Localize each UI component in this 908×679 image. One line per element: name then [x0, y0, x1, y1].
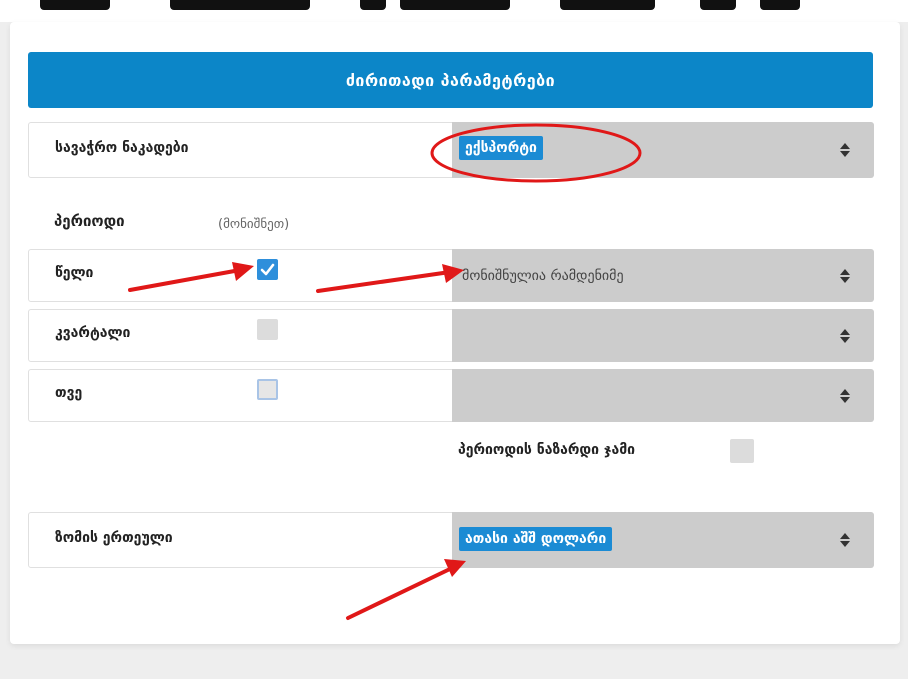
updown-arrows-icon: [840, 388, 850, 403]
cumulative-checkbox[interactable]: [730, 439, 754, 463]
quarter-checkbox[interactable]: [257, 319, 278, 340]
year-select-text: მონიშნულია რამდენიმე: [462, 267, 624, 284]
trade-flows-label: სავაჭრო ნაკადები: [55, 140, 189, 156]
period-title: პერიოდი: [54, 212, 125, 230]
quarter-select[interactable]: [452, 309, 874, 362]
trade-flows-select[interactable]: ექსპორტი: [452, 122, 874, 178]
updown-arrows-icon: [840, 328, 850, 343]
unit-label: ზომის ერთეული: [55, 530, 173, 546]
year-checkbox[interactable]: [257, 259, 278, 280]
year-row: წელი მონიშნულია რამდენიმე: [28, 249, 874, 302]
trade-flows-selected-chip: ექსპორტი: [459, 136, 543, 160]
unit-select[interactable]: ათასი აშშ დოლარი: [452, 512, 874, 568]
cumulative-label: პერიოდის ნაზარდი ჯამი: [458, 442, 636, 458]
year-label: წელი: [55, 265, 94, 281]
panel-header: ძირითადი პარამეტრები: [28, 52, 873, 108]
year-select[interactable]: მონიშნულია რამდენიმე: [452, 249, 874, 302]
trade-flows-row: სავაჭრო ნაკადები ექსპორტი: [28, 122, 874, 178]
period-hint: (მონიშნეთ): [218, 217, 290, 232]
quarter-row: კვარტალი: [28, 309, 874, 362]
checkmark-icon: [260, 263, 275, 276]
updown-arrows-icon: [840, 268, 850, 283]
month-checkbox[interactable]: [257, 379, 278, 400]
cropped-text-strip: [0, 0, 908, 22]
updown-arrows-icon: [840, 143, 850, 157]
unit-row: ზომის ერთეული ათასი აშშ დოლარი: [28, 512, 874, 568]
month-select[interactable]: [452, 369, 874, 422]
unit-selected-chip: ათასი აშშ დოლარი: [459, 527, 613, 551]
month-row: თვე: [28, 369, 874, 422]
quarter-label: კვარტალი: [55, 325, 131, 341]
panel-title: ძირითადი პარამეტრები: [345, 70, 556, 90]
month-label: თვე: [55, 385, 83, 401]
updown-arrows-icon: [840, 533, 850, 547]
